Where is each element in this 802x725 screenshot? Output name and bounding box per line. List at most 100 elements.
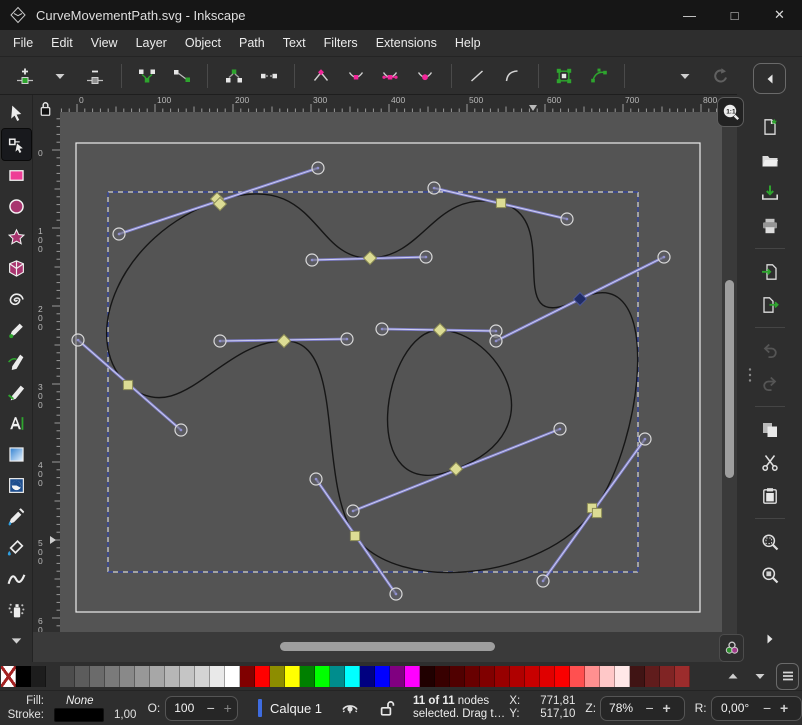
- palette-swatch[interactable]: [31, 666, 46, 687]
- palette-swatch[interactable]: [435, 666, 450, 687]
- tool-tweak[interactable]: [2, 563, 31, 594]
- control-handle[interactable]: [376, 323, 388, 335]
- palette-swatch[interactable]: [555, 666, 570, 687]
- save-document-button[interactable]: [753, 177, 787, 208]
- expand-panel-button[interactable]: [753, 623, 787, 654]
- export-image-button[interactable]: [753, 289, 787, 320]
- next-path-effect-parameter-button[interactable]: [705, 61, 734, 91]
- menu-edit[interactable]: Edit: [42, 32, 82, 54]
- tool-mesh-gradient[interactable]: [2, 470, 31, 501]
- palette-swatch-none[interactable]: [1, 666, 16, 687]
- rotation-spinbox[interactable]: 0,00° − +: [711, 696, 802, 721]
- palette-scroll-up-button[interactable]: [719, 664, 746, 688]
- print-document-button[interactable]: [753, 210, 787, 241]
- palette-swatch[interactable]: [330, 666, 345, 687]
- palette-swatch[interactable]: [390, 666, 405, 687]
- palette-swatch[interactable]: [195, 666, 210, 687]
- make-symmetric-button[interactable]: [376, 61, 405, 91]
- layer-indicator[interactable]: Calque 1: [258, 699, 322, 717]
- horizontal-scrollbar[interactable]: [33, 632, 737, 662]
- make-line-button[interactable]: [463, 61, 492, 91]
- zoom-value[interactable]: 78%: [601, 701, 641, 715]
- insert-node-options-button[interactable]: [46, 61, 75, 91]
- color-managed-display-button[interactable]: [719, 634, 744, 662]
- menu-path[interactable]: Path: [230, 32, 274, 54]
- control-handle[interactable]: [341, 333, 353, 345]
- palette-swatch[interactable]: [180, 666, 195, 687]
- path-node-square[interactable]: [592, 508, 601, 517]
- palette-swatch[interactable]: [345, 666, 360, 687]
- palette-swatch[interactable]: [375, 666, 390, 687]
- vertical-ruler[interactable]: 0100200300400500600: [33, 112, 60, 632]
- make-curve-button[interactable]: [498, 61, 527, 91]
- control-handle[interactable]: [72, 334, 84, 346]
- canvas-desk[interactable]: [60, 112, 722, 632]
- object-to-path-button[interactable]: [550, 61, 579, 91]
- path-node-square[interactable]: [350, 531, 359, 540]
- palette-swatch[interactable]: [480, 666, 495, 687]
- layer-visibility-button[interactable]: [341, 699, 359, 717]
- delete-node-button[interactable]: [81, 61, 110, 91]
- layer-lock-button[interactable]: [378, 699, 396, 717]
- control-handle[interactable]: [658, 251, 670, 263]
- opacity-increase-button[interactable]: +: [219, 700, 236, 716]
- menu-extensions[interactable]: Extensions: [367, 32, 446, 54]
- palette-swatch[interactable]: [675, 666, 690, 687]
- palette-swatch[interactable]: [270, 666, 285, 687]
- palette-swatch[interactable]: [420, 666, 435, 687]
- palette-swatch[interactable]: [300, 666, 315, 687]
- control-handle[interactable]: [310, 473, 322, 485]
- control-handle[interactable]: [113, 228, 125, 240]
- palette-swatch[interactable]: [315, 666, 330, 687]
- control-handle[interactable]: [347, 505, 359, 517]
- palette-swatch[interactable]: [405, 666, 420, 687]
- tool-calligraphy[interactable]: [2, 377, 31, 408]
- zoom-increase-button[interactable]: +: [658, 700, 675, 716]
- menu-layer[interactable]: Layer: [127, 32, 176, 54]
- opacity-value[interactable]: 100: [166, 701, 202, 715]
- palette-swatch[interactable]: [630, 666, 645, 687]
- control-handle[interactable]: [306, 254, 318, 266]
- control-handle[interactable]: [420, 251, 432, 263]
- path-node-square[interactable]: [123, 380, 132, 389]
- palette-swatch[interactable]: [240, 666, 255, 687]
- rotation-decrease-button[interactable]: −: [759, 700, 776, 716]
- canvas[interactable]: [60, 112, 722, 632]
- tool-text[interactable]: [2, 408, 31, 439]
- tool-star[interactable]: [2, 222, 31, 253]
- tool-gradient[interactable]: [2, 439, 31, 470]
- menu-file[interactable]: File: [4, 32, 42, 54]
- control-handle[interactable]: [312, 162, 324, 174]
- tool-bezier-pen[interactable]: [2, 346, 31, 377]
- panel-grip-icon[interactable]: [741, 366, 759, 384]
- canvas-drawing[interactable]: [60, 112, 722, 632]
- palette-swatch[interactable]: [510, 666, 525, 687]
- stroke-color-swatch[interactable]: [54, 708, 104, 722]
- palette-swatch[interactable]: [495, 666, 510, 687]
- control-handle[interactable]: [428, 182, 440, 194]
- palette-swatch[interactable]: [360, 666, 375, 687]
- layer-name[interactable]: Calque 1: [270, 701, 322, 716]
- duplicate-button[interactable]: [753, 414, 787, 445]
- insert-node-button[interactable]: [11, 61, 40, 91]
- zoom-to-drawing-button[interactable]: [753, 559, 787, 590]
- menu-object[interactable]: Object: [176, 32, 230, 54]
- control-handle[interactable]: [561, 213, 573, 225]
- palette-swatch[interactable]: [165, 666, 180, 687]
- palette-swatch[interactable]: [90, 666, 105, 687]
- join-with-segment-button[interactable]: [168, 61, 197, 91]
- tool-box-3d[interactable]: [2, 253, 31, 284]
- palette-swatch[interactable]: [525, 666, 540, 687]
- palette-swatch[interactable]: [570, 666, 585, 687]
- path-node-square[interactable]: [496, 198, 505, 207]
- fill-stroke-indicator[interactable]: Fill: None Stroke: 1,00: [4, 694, 140, 722]
- zoom-to-selection-button[interactable]: [753, 526, 787, 557]
- import-image-button[interactable]: [753, 256, 787, 287]
- menu-help[interactable]: Help: [446, 32, 490, 54]
- tool-node-editor[interactable]: [2, 129, 31, 160]
- paste-button[interactable]: [753, 480, 787, 511]
- control-handle[interactable]: [490, 335, 502, 347]
- close-button[interactable]: ✕: [757, 0, 802, 30]
- zoom-spinbox[interactable]: 78% − +: [600, 696, 685, 721]
- palette-swatch[interactable]: [585, 666, 600, 687]
